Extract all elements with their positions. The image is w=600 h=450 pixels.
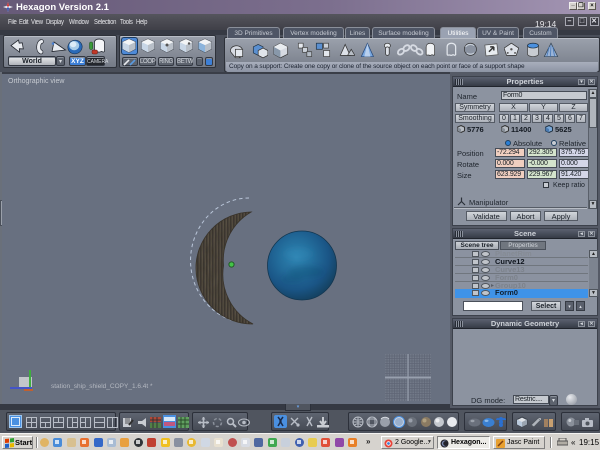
svg-text:station_ship_shield_COPY_1.6.4: station_ship_shield_COPY_1.6.4t *	[51, 383, 153, 390]
